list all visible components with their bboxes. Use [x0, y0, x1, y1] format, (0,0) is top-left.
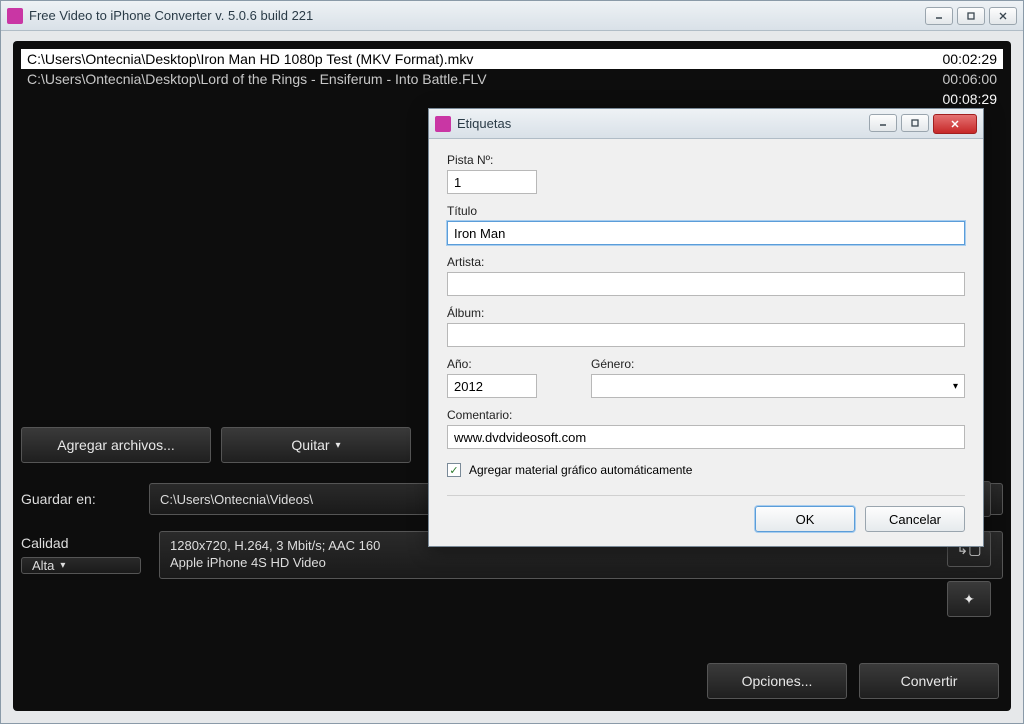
genre-select[interactable] [591, 374, 965, 398]
comment-label: Comentario: [447, 408, 965, 422]
quality-label: Calidad [21, 535, 141, 551]
close-button[interactable] [989, 7, 1017, 25]
add-files-button[interactable]: Agregar archivos... [21, 427, 211, 463]
save-to-label: Guardar en: [21, 491, 131, 507]
total-duration: 00:08:29 [943, 91, 998, 107]
chevron-down-icon: ▾ [336, 440, 341, 451]
dialog-title: Etiquetas [457, 116, 863, 131]
year-input[interactable] [447, 374, 537, 398]
app-icon [7, 8, 23, 24]
ok-button[interactable]: OK [755, 506, 855, 532]
file-list: C:\Users\Ontecnia\Desktop\Iron Man HD 10… [21, 49, 1003, 109]
convert-button[interactable]: Convertir [859, 663, 999, 699]
file-path: C:\Users\Ontecnia\Desktop\Lord of the Ri… [27, 71, 487, 87]
comment-input[interactable] [447, 425, 965, 449]
artist-input[interactable] [447, 272, 965, 296]
total-duration-row: 00:08:29 [21, 89, 1003, 109]
file-row[interactable]: C:\Users\Ontecnia\Desktop\Iron Man HD 10… [21, 49, 1003, 69]
year-label: Año: [447, 357, 567, 371]
album-label: Álbum: [447, 306, 965, 320]
file-duration: 00:02:29 [943, 51, 998, 67]
tags-dialog: Etiquetas Pista Nº: Título Artista: Álbu… [428, 108, 984, 547]
window-title: Free Video to iPhone Converter v. 5.0.6 … [29, 8, 919, 23]
wand-icon: ✦ [963, 591, 975, 608]
app-icon [435, 116, 451, 132]
minimize-button[interactable] [925, 7, 953, 25]
maximize-button[interactable] [957, 7, 985, 25]
track-label: Pista Nº: [447, 153, 965, 167]
options-button[interactable]: Opciones... [707, 663, 847, 699]
chevron-down-icon: ▾ [60, 560, 65, 571]
file-row[interactable]: C:\Users\Ontecnia\Desktop\Lord of the Ri… [21, 69, 1003, 89]
quality-select[interactable]: Alta▾ [21, 557, 141, 574]
wizard-button[interactable]: ✦ [947, 581, 991, 617]
auto-artwork-checkbox[interactable]: ✓ [447, 463, 461, 477]
dialog-titlebar[interactable]: Etiquetas [429, 109, 983, 139]
titlebar[interactable]: Free Video to iPhone Converter v. 5.0.6 … [1, 1, 1023, 31]
dialog-maximize-button[interactable] [901, 114, 929, 132]
genre-label: Género: [591, 357, 965, 371]
artist-label: Artista: [447, 255, 965, 269]
remove-button[interactable]: Quitar▾ [221, 427, 411, 463]
cancel-button[interactable]: Cancelar [865, 506, 965, 532]
title-label: Título [447, 204, 965, 218]
album-input[interactable] [447, 323, 965, 347]
file-path: C:\Users\Ontecnia\Desktop\Iron Man HD 10… [27, 51, 473, 67]
dialog-minimize-button[interactable] [869, 114, 897, 132]
track-input[interactable] [447, 170, 537, 194]
file-duration: 00:06:00 [943, 71, 998, 87]
dialog-close-button[interactable] [933, 114, 977, 134]
auto-artwork-label: Agregar material gráfico automáticamente [469, 463, 692, 477]
title-input[interactable] [447, 221, 965, 245]
